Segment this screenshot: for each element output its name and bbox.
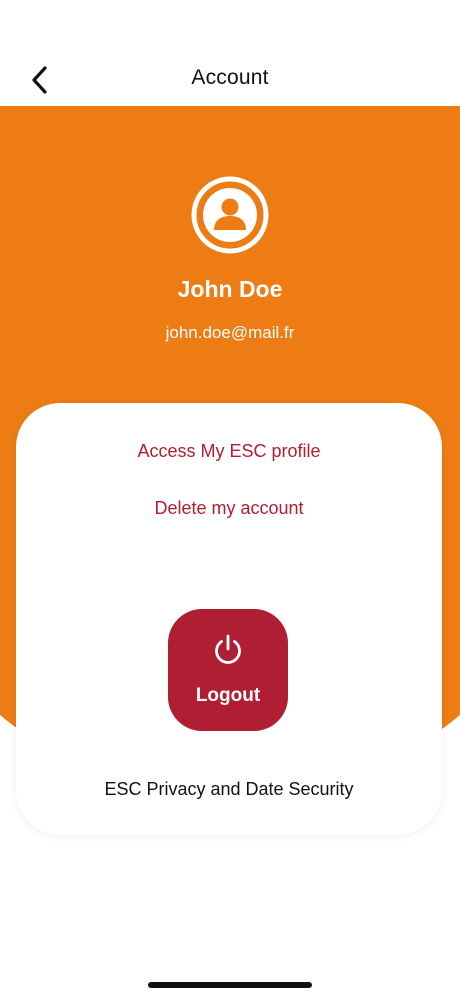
logout-label: Logout (195, 685, 261, 706)
page-title: Account (191, 66, 269, 89)
power-icon (215, 634, 241, 664)
delete-account-link[interactable]: Delete my account (16, 498, 442, 519)
account-screen: Account John Doe john.doe@mail.fr Access… (0, 0, 460, 997)
user-email: john.doe@mail.fr (165, 323, 295, 342)
user-name: John Doe (177, 276, 283, 302)
account-actions-card: Access My ESC profile Delete my account … (16, 403, 442, 835)
navigation-bar: Account (0, 52, 460, 106)
user-circle-icon (191, 176, 269, 254)
home-indicator (148, 982, 312, 988)
profile-section: John Doe john.doe@mail.fr (0, 176, 460, 343)
access-profile-link[interactable]: Access My ESC profile (16, 441, 442, 462)
logout-button[interactable]: Logout (168, 609, 288, 731)
privacy-link[interactable]: ESC Privacy and Date Security (16, 779, 442, 800)
